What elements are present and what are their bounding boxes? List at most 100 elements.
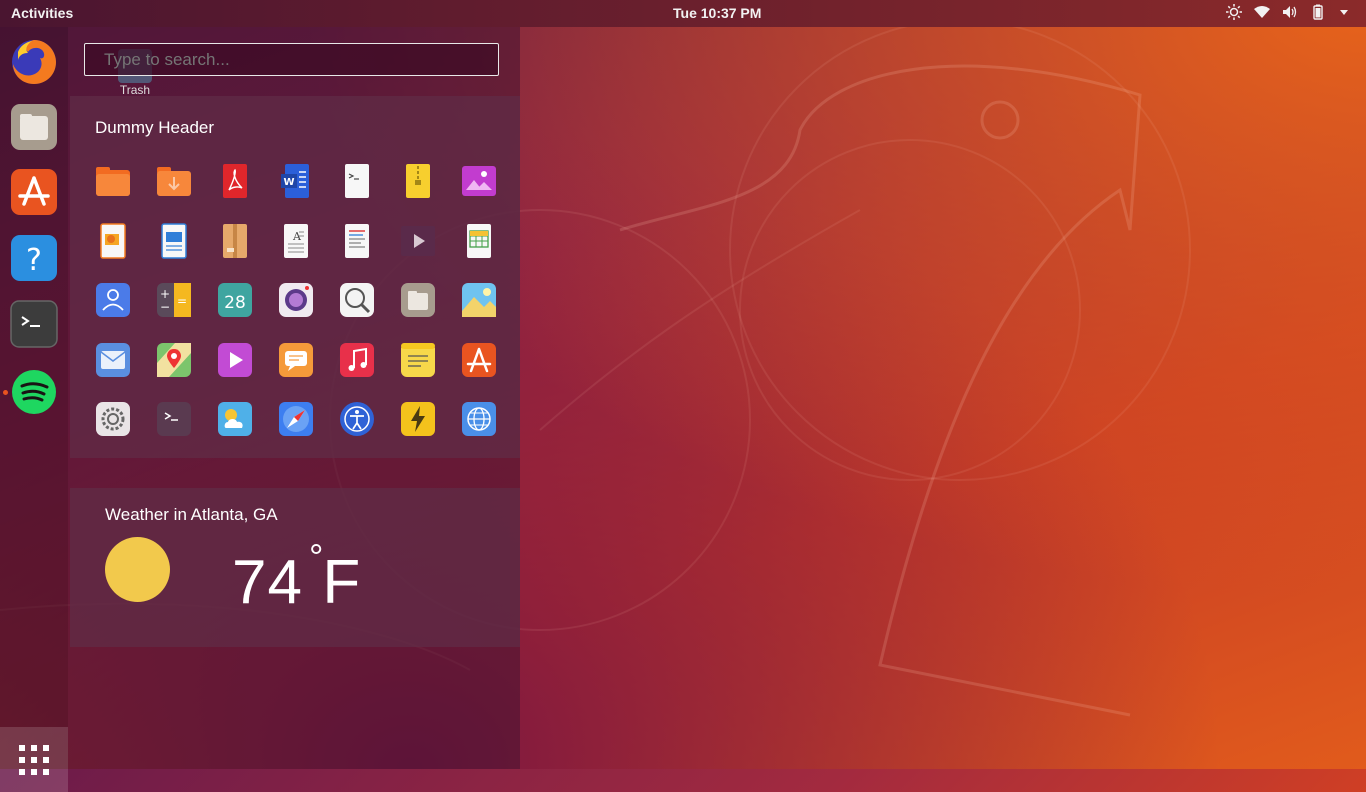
app-tile[interactable] <box>399 400 437 438</box>
wifi-icon[interactable] <box>1254 4 1270 20</box>
battery-icon[interactable] <box>1310 4 1326 20</box>
folder-download-icon <box>157 167 191 196</box>
app-grid: W A + − = 28 <box>94 162 514 460</box>
archive-icon <box>406 164 430 198</box>
app-tile[interactable] <box>277 281 315 319</box>
app-tile[interactable]: 28 <box>216 281 254 319</box>
search-input[interactable] <box>84 43 499 76</box>
apps-card-title: Dummy Header <box>95 118 215 137</box>
weather-title: Weather in Atlanta, GA <box>105 505 278 524</box>
app-tile[interactable] <box>399 281 437 319</box>
volume-icon[interactable] <box>1282 4 1298 20</box>
weather-icon <box>218 402 252 436</box>
photos-icon <box>462 283 496 317</box>
maps-icon <box>157 342 191 377</box>
presentation-icon <box>100 222 126 259</box>
app-tile[interactable] <box>155 222 193 260</box>
temperature-unit: F <box>322 548 362 617</box>
document-icon <box>345 223 369 258</box>
clock[interactable]: Tue 10:37 PM <box>673 5 761 21</box>
pdf-icon <box>223 164 247 198</box>
app-tile[interactable] <box>399 222 437 260</box>
app-tile[interactable] <box>460 341 498 379</box>
package-icon <box>223 223 247 258</box>
dock-item-terminal[interactable] <box>10 300 58 348</box>
svg-text:28: 28 <box>224 293 246 313</box>
spotify-icon <box>12 370 56 414</box>
dock-item-ubuntu-software[interactable] <box>10 168 58 216</box>
files-icon <box>401 283 435 317</box>
app-tile[interactable]: A <box>277 222 315 260</box>
folder-icon <box>96 167 130 196</box>
script-file-icon <box>345 164 369 198</box>
app-tile[interactable] <box>216 400 254 438</box>
sun-icon <box>105 537 170 602</box>
activities-button[interactable]: Activities <box>11 5 73 21</box>
brightness-icon[interactable] <box>1226 4 1242 20</box>
app-tile[interactable] <box>460 281 498 319</box>
app-tile[interactable] <box>155 341 193 379</box>
app-tile[interactable] <box>94 341 132 379</box>
app-tile[interactable] <box>155 400 193 438</box>
app-tile[interactable] <box>94 281 132 319</box>
system-tray[interactable] <box>1226 4 1354 20</box>
app-tile[interactable] <box>216 341 254 379</box>
image-file-icon <box>462 166 496 196</box>
app-tile[interactable] <box>277 341 315 379</box>
messages-icon <box>279 342 313 377</box>
dock-item-firefox[interactable] <box>10 38 58 86</box>
app-tile[interactable] <box>338 341 376 379</box>
dock-item-spotify[interactable] <box>10 368 58 416</box>
trash-label: Trash <box>119 83 151 97</box>
terminal-icon <box>10 300 58 348</box>
svg-text:W: W <box>283 177 294 188</box>
app-tile[interactable] <box>94 400 132 438</box>
dock-item-help[interactable]: ? <box>10 234 58 282</box>
weather-card: Weather in Atlanta, GA 74 °F <box>70 488 520 647</box>
files-icon <box>11 104 57 150</box>
svg-text:?: ? <box>26 243 42 278</box>
music-icon <box>340 342 374 377</box>
dock-item-files[interactable] <box>10 103 58 151</box>
camera-icon <box>279 283 313 317</box>
temperature: 74 °F <box>232 536 361 618</box>
app-tile[interactable] <box>94 162 132 200</box>
app-tile[interactable] <box>277 400 315 438</box>
text-file-icon: A <box>284 223 308 258</box>
app-tile[interactable] <box>94 222 132 260</box>
top-bar: Activities Tue 10:37 PM <box>0 0 1366 27</box>
contacts-icon <box>96 283 130 317</box>
app-tile[interactable]: W <box>277 162 315 200</box>
calculator-icon: +− = <box>157 283 191 317</box>
app-tile[interactable] <box>460 222 498 260</box>
app-tile[interactable] <box>155 162 193 200</box>
calendar-icon: 28 <box>218 283 252 317</box>
app-tile[interactable]: + − = <box>155 281 193 319</box>
app-tile[interactable] <box>338 162 376 200</box>
app-tile[interactable] <box>338 281 376 319</box>
firefox-icon <box>12 40 56 84</box>
temperature-value: 74 <box>232 548 303 617</box>
show-applications-button[interactable] <box>0 727 68 792</box>
spreadsheet-icon <box>467 223 491 258</box>
help-icon: ? <box>11 235 57 281</box>
svg-text:−: − <box>160 300 170 314</box>
app-tile[interactable] <box>216 162 254 200</box>
apps-card: Dummy Header W A + − = 28 <box>70 96 520 458</box>
app-tile[interactable] <box>216 222 254 260</box>
app-tile[interactable] <box>460 400 498 438</box>
terminal-icon <box>157 402 191 436</box>
video-file-icon <box>401 225 435 256</box>
search-tool-icon <box>340 283 374 317</box>
app-tile[interactable] <box>399 162 437 200</box>
running-indicator <box>3 390 8 395</box>
software-icon <box>11 169 57 215</box>
app-tile[interactable] <box>460 162 498 200</box>
writer-doc-icon <box>161 222 187 259</box>
safari-compass-icon <box>279 402 313 436</box>
app-tile[interactable] <box>338 222 376 260</box>
app-tile[interactable] <box>338 400 376 438</box>
menu-down-icon[interactable] <box>1338 4 1354 20</box>
svg-text:=: = <box>177 294 187 308</box>
app-tile[interactable] <box>399 341 437 379</box>
